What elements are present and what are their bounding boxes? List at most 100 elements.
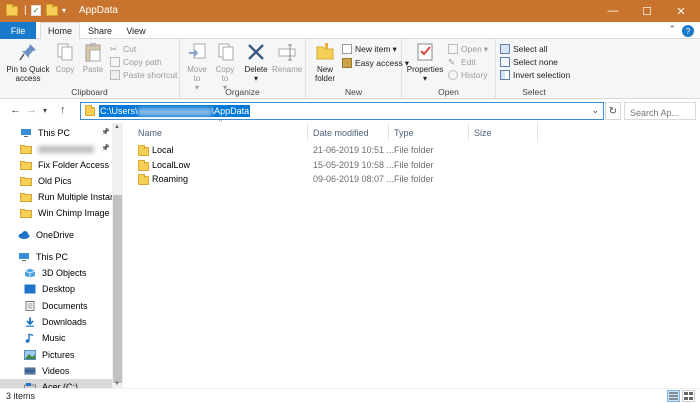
paste-button[interactable]: Paste	[80, 41, 106, 74]
open-label: Open	[461, 44, 482, 54]
properties-qat-icon[interactable]: ✓	[31, 3, 41, 18]
search-input[interactable]	[624, 102, 696, 120]
column-header-name[interactable]: Name	[138, 126, 162, 140]
up-arrow-icon[interactable]: ↑	[60, 104, 66, 116]
tab-share[interactable]: Share	[84, 22, 116, 39]
folder-icon	[20, 192, 32, 202]
nav-pc-item[interactable]: Downloads	[0, 314, 112, 330]
select-all-button[interactable]: Select all	[500, 43, 548, 55]
file-name: Roaming	[152, 174, 189, 184]
copy-button[interactable]: Copy	[53, 41, 77, 74]
nav-scrollbar[interactable]: ▲ ▼	[112, 123, 123, 388]
scroll-up-icon[interactable]: ▲	[114, 124, 120, 130]
properties-icon	[414, 41, 436, 63]
nav-quick-item[interactable]: Fix Folder Access Der	[0, 157, 112, 173]
invert-selection-button[interactable]: Invert selection	[500, 69, 570, 81]
address-dropdown-icon[interactable]: ⌄	[591, 105, 599, 116]
paste-shortcut-button[interactable]: Paste shortcut	[110, 69, 177, 81]
folder-icon	[138, 159, 149, 171]
clipboard-group-label: Clipboard	[71, 87, 108, 97]
nav-quick-item[interactable]: Run Multiple Instanc	[0, 189, 112, 205]
new-item-icon	[342, 44, 352, 54]
select-none-button[interactable]: Select none	[500, 56, 558, 68]
nav-pc-item[interactable]: Music	[0, 330, 112, 346]
new-item-button[interactable]: New item ▾	[342, 43, 397, 55]
invert-selection-icon	[500, 70, 510, 80]
column-header-type[interactable]: Type	[394, 126, 414, 140]
paste-shortcut-icon	[110, 70, 120, 80]
properties-button[interactable]: Properties ▾	[406, 41, 444, 83]
table-row[interactable]: LocalLow 15-05-2019 10:58 ... File folder	[123, 159, 700, 173]
column-divider[interactable]	[468, 123, 469, 141]
nav-quick-item[interactable]: Win Chimp Image	[0, 205, 112, 221]
column-divider[interactable]	[388, 123, 389, 141]
nav-this-pc[interactable]: This PC	[0, 249, 112, 265]
forward-arrow-icon[interactable]: →	[26, 104, 37, 116]
back-arrow-icon[interactable]: ←	[10, 104, 21, 116]
music-icon	[24, 333, 36, 343]
nav-pc-item[interactable]: Pictures	[0, 347, 112, 363]
close-button[interactable]: ✕	[664, 0, 698, 22]
nav-pc-item[interactable]: 3D Objects	[0, 265, 112, 281]
tab-home[interactable]: Home	[40, 22, 80, 40]
copy-to-button[interactable]: Copy to ▾	[212, 41, 238, 92]
large-icons-view-icon[interactable]	[682, 390, 695, 402]
select-group: Select all Select none Invert selection …	[496, 39, 572, 99]
recent-locations-icon[interactable]: ▾	[43, 106, 47, 115]
folder-icon	[20, 160, 32, 170]
address-bar[interactable]: C:\Users\ \AppData ⌄	[80, 102, 604, 120]
folder-icon	[20, 208, 32, 218]
nav-quick-item[interactable]: This PC 📌	[0, 125, 112, 141]
copy-path-button[interactable]: Copy path	[110, 56, 162, 68]
file-date: 21-06-2019 10:51 ...	[313, 145, 395, 155]
table-row[interactable]: Roaming 09-06-2019 08:07 ... File folder	[123, 173, 700, 187]
invert-selection-label: Invert selection	[513, 70, 571, 80]
table-row[interactable]: Local 21-06-2019 10:51 ... File folder	[123, 144, 700, 158]
nav-pc-item[interactable]: Desktop	[0, 281, 112, 297]
minimize-button[interactable]: —	[596, 0, 630, 22]
history-button[interactable]: History	[448, 69, 487, 81]
details-view-icon[interactable]	[667, 390, 680, 402]
paste-shortcut-label: Paste shortcut	[123, 70, 178, 80]
rename-button[interactable]: Rename	[272, 41, 302, 74]
rename-label: Rename	[272, 65, 303, 74]
open-button[interactable]: Open ▾	[448, 43, 488, 55]
easy-access-button[interactable]: Easy access ▾	[342, 57, 409, 69]
pin-to-quick-access-button[interactable]: Pin to Quick access	[4, 41, 52, 83]
delete-button[interactable]: Delete ▾	[242, 41, 270, 83]
properties-label: Properties	[406, 65, 444, 74]
column-divider[interactable]	[537, 123, 538, 141]
nav-pc-item[interactable]: Documents	[0, 298, 112, 314]
scroll-down-icon[interactable]: ▼	[114, 381, 120, 387]
tab-file[interactable]: File	[0, 22, 36, 39]
refresh-icon[interactable]: ↻	[605, 102, 621, 120]
column-divider[interactable]	[307, 123, 308, 141]
status-bar: 3 items	[0, 388, 700, 403]
copy-label: Copy	[55, 65, 75, 74]
column-header-date[interactable]: Date modified	[313, 126, 369, 140]
tab-view[interactable]: View	[120, 22, 152, 39]
cut-button[interactable]: ✂ Cut	[110, 43, 136, 55]
help-icon[interactable]: ?	[682, 25, 694, 37]
copy-to-label: Copy to	[215, 65, 235, 83]
address-path[interactable]: C:\Users\ \AppData	[99, 105, 251, 117]
nav-onedrive[interactable]: OneDrive	[0, 227, 112, 243]
nav-pc-item[interactable]: Videos	[0, 363, 112, 379]
quick-access-separator: |	[24, 5, 27, 16]
edit-button[interactable]: ✎ Edit	[448, 56, 476, 68]
column-header-size[interactable]: Size	[474, 126, 492, 140]
maximize-button[interactable]: ☐	[630, 0, 664, 22]
nav-pc-item[interactable]: Acer (C:)	[0, 379, 112, 388]
new-folder-qat-icon[interactable]	[46, 3, 58, 18]
new-folder-button[interactable]: New folder	[310, 41, 340, 83]
customize-qat-icon[interactable]: ▾	[62, 3, 66, 18]
nav-quick-item[interactable]: 📌	[0, 141, 112, 157]
nav-scrollbar-thumb[interactable]	[113, 195, 122, 383]
nav-item-label: OneDrive	[36, 230, 75, 240]
pictures-icon	[24, 349, 36, 360]
organize-group: Move to ▾ Copy to ▾ Delete ▾ Rename Orga…	[180, 39, 306, 99]
chevron-up-icon[interactable]: ⌃	[668, 24, 676, 35]
nav-quick-item[interactable]: Old Pics	[0, 173, 112, 189]
rename-icon	[276, 41, 298, 63]
move-to-button[interactable]: Move to ▾	[184, 41, 210, 92]
